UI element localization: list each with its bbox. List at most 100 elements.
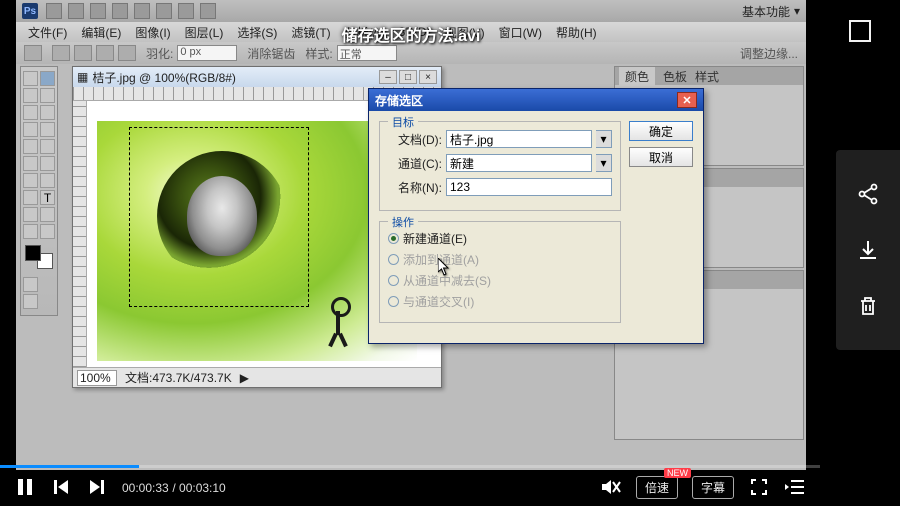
refine-edge-button[interactable]: 调整边缘... — [740, 45, 798, 62]
radio-off-icon — [388, 275, 399, 286]
panel-tab-swatches[interactable]: 色板 — [663, 68, 687, 85]
panel-tab-color[interactable]: 颜色 — [619, 67, 655, 86]
gradient-tool-icon[interactable] — [40, 156, 55, 171]
fullscreen-button[interactable] — [748, 476, 770, 498]
dialog-titlebar[interactable]: 存储选区 ✕ — [369, 89, 703, 111]
menu-layer[interactable]: 图层(L) — [179, 22, 230, 43]
trash-icon[interactable] — [855, 293, 881, 319]
minimize-icon[interactable]: – — [379, 70, 397, 84]
zoom-tool-icon[interactable] — [40, 224, 55, 239]
pen-tool-icon[interactable] — [23, 190, 38, 205]
type-tool-icon[interactable]: T — [40, 190, 55, 205]
toolbar-icon[interactable] — [178, 3, 194, 19]
player-sidebar — [836, 150, 900, 350]
playlist-button[interactable] — [784, 476, 806, 498]
speed-label: 倍速 — [645, 481, 669, 495]
healing-tool-icon[interactable] — [23, 122, 38, 137]
path-tool-icon[interactable] — [23, 207, 38, 222]
ps-titlebar: Ps 基本功能 ▾ — [16, 0, 806, 22]
menu-select[interactable]: 选择(S) — [231, 22, 283, 43]
marquee-tool-icon[interactable] — [40, 71, 55, 86]
shape-tool-icon[interactable] — [40, 207, 55, 222]
marquee-tool-icon[interactable] — [24, 45, 42, 61]
menu-help[interactable]: 帮助(H) — [550, 22, 603, 43]
blur-tool-icon[interactable] — [23, 173, 38, 188]
lasso-tool-icon[interactable] — [23, 88, 38, 103]
selection-mode-icon[interactable] — [118, 45, 136, 61]
window-mode-icon[interactable] — [849, 20, 871, 42]
toolbar-icon[interactable] — [134, 3, 150, 19]
menu-file[interactable]: 文件(F) — [22, 22, 73, 43]
chevron-down-icon[interactable]: ▾ — [794, 4, 800, 18]
selection-mode-icon[interactable] — [74, 45, 92, 61]
destination-legend: 目标 — [388, 114, 418, 130]
menu-filter[interactable]: 滤镜(T) — [285, 22, 336, 43]
close-icon[interactable]: × — [419, 70, 437, 84]
channel-select[interactable]: 新建 — [446, 154, 592, 172]
close-icon[interactable]: ✕ — [677, 92, 697, 108]
total-time: 00:03:10 — [179, 481, 226, 495]
hand-tool-icon[interactable] — [23, 224, 38, 239]
color-swatches[interactable] — [23, 243, 55, 271]
feather-label: 羽化: — [146, 45, 173, 62]
document-titlebar[interactable]: ▦ 桔子.jpg @ 100%(RGB/8#) – □ × — [73, 67, 441, 87]
eraser-tool-icon[interactable] — [23, 156, 38, 171]
selection-marquee[interactable] — [129, 127, 309, 307]
time-sep: / — [172, 481, 179, 495]
video-title-overlay: 储存选区的方法.avi — [342, 22, 481, 46]
toolbar-icon[interactable] — [200, 3, 216, 19]
style-select[interactable]: 正常 — [337, 45, 397, 61]
screenmode-icon[interactable] — [23, 294, 38, 309]
name-field-label: 名称(N): — [388, 179, 442, 196]
selection-mode-icon[interactable] — [52, 45, 70, 61]
selection-mode-icon[interactable] — [96, 45, 114, 61]
toolbar-icon[interactable] — [90, 3, 106, 19]
download-icon[interactable] — [855, 237, 881, 263]
op-label: 新建通道(E) — [403, 230, 467, 247]
panel-tab-styles[interactable]: 样式 — [695, 68, 719, 85]
player-top-right — [820, 0, 900, 62]
toolbar-icon[interactable] — [156, 3, 172, 19]
ok-button[interactable]: 确定 — [629, 121, 693, 141]
wand-tool-icon[interactable] — [40, 88, 55, 103]
ps-logo-icon: Ps — [22, 3, 38, 19]
feather-input[interactable]: 0 px — [177, 45, 237, 61]
move-tool-icon[interactable] — [23, 71, 38, 86]
dodge-tool-icon[interactable] — [40, 173, 55, 188]
cancel-button[interactable]: 取消 — [629, 147, 693, 167]
share-icon[interactable] — [855, 181, 881, 207]
quickmask-icon[interactable] — [23, 277, 38, 292]
crop-tool-icon[interactable] — [23, 105, 38, 120]
foreground-color[interactable] — [25, 245, 41, 261]
document-select[interactable]: 桔子.jpg — [446, 130, 592, 148]
op-new-channel[interactable]: 新建通道(E) — [388, 230, 612, 247]
next-track-button[interactable] — [86, 476, 108, 498]
chevron-down-icon[interactable]: ▾ — [596, 130, 612, 148]
history-brush-icon[interactable] — [40, 139, 55, 154]
destination-group: 目标 文档(D): 桔子.jpg ▾ 通道(C): 新建 ▾ — [379, 121, 621, 211]
toolbar-icon[interactable] — [46, 3, 62, 19]
toolbar-icon[interactable] — [68, 3, 84, 19]
status-arrow-icon[interactable]: ▶ — [240, 371, 249, 385]
mute-button[interactable] — [600, 476, 622, 498]
chevron-down-icon[interactable]: ▾ — [596, 154, 612, 172]
subtitle-button[interactable]: 字幕 — [692, 476, 734, 499]
menu-edit[interactable]: 编辑(E) — [75, 22, 127, 43]
speed-button[interactable]: 倍速 NEW — [636, 476, 678, 499]
toolbar-icon[interactable] — [112, 3, 128, 19]
prev-track-button[interactable] — [50, 476, 72, 498]
eyedropper-tool-icon[interactable] — [40, 105, 55, 120]
zoom-input[interactable]: 100% — [77, 370, 117, 386]
maximize-icon[interactable]: □ — [399, 70, 417, 84]
pause-button[interactable] — [14, 476, 36, 498]
save-selection-dialog: 存储选区 ✕ 目标 文档(D): 桔子.jpg ▾ — [368, 88, 704, 344]
workspace-label[interactable]: 基本功能 — [742, 3, 790, 20]
new-badge: NEW — [664, 468, 691, 478]
stamp-tool-icon[interactable] — [23, 139, 38, 154]
name-input[interactable]: 123 — [446, 178, 612, 196]
menu-window[interactable]: 窗口(W) — [493, 22, 548, 43]
document-field-label: 文档(D): — [388, 131, 442, 148]
ps-toolbox: T — [20, 66, 58, 316]
brush-tool-icon[interactable] — [40, 122, 55, 137]
menu-image[interactable]: 图像(I) — [129, 22, 176, 43]
